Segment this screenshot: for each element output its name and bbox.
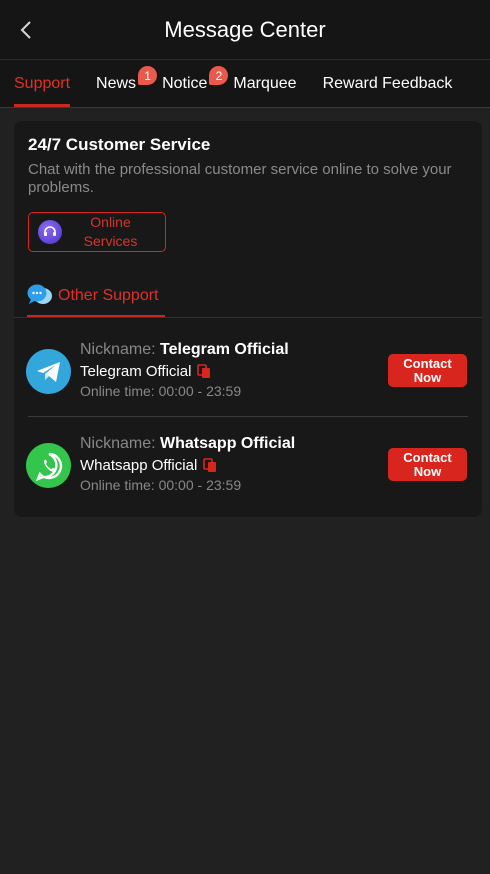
tab-news[interactable]: News 1 <box>96 60 158 107</box>
online-time-value: 00:00 - 23:59 <box>158 383 242 399</box>
online-time: Online time: 00:00 - 23:59 <box>80 383 241 399</box>
tab-label: Reward Feedback <box>322 74 453 92</box>
telegram-icon <box>26 349 71 394</box>
contact-now-button[interactable]: Contact Now <box>388 354 467 387</box>
nickname-line: Nickname: Telegram Official <box>80 341 289 359</box>
copy-icon[interactable] <box>203 458 217 473</box>
online-time: Online time: 00:00 - 23:59 <box>80 477 241 493</box>
online-time-value: 00:00 - 23:59 <box>158 477 242 493</box>
tab-label: Marquee <box>233 74 297 92</box>
headset-icon <box>38 220 62 244</box>
chevron-left-icon <box>20 21 31 39</box>
customer-service-description: Chat with the professional customer serv… <box>28 161 452 196</box>
online-time-label: Online time: <box>80 383 155 399</box>
contact-name-line: Telegram Official <box>80 363 211 380</box>
contact-now-button[interactable]: Contact Now <box>388 448 467 481</box>
copy-icon[interactable] <box>197 364 211 379</box>
tab-bar: Support News 1 Notice 2 Marquee Reward F… <box>0 60 490 108</box>
divider <box>14 317 482 318</box>
tab-label: Notice <box>162 74 208 92</box>
nickname-value: Telegram Official <box>160 341 289 358</box>
tab-notice[interactable]: Notice 2 <box>162 60 229 107</box>
page-title: Message Center <box>164 16 326 42</box>
header: Message Center <box>0 0 490 60</box>
back-button[interactable] <box>12 15 40 45</box>
notification-badge: 1 <box>138 66 158 85</box>
tab-label: Support <box>14 74 71 92</box>
tab-other-support[interactable]: Other Support <box>27 281 165 318</box>
contact-name-line: Whatsapp Official <box>80 457 217 474</box>
tab-support[interactable]: Support <box>14 60 71 107</box>
other-support-label: Other Support <box>58 287 159 304</box>
support-card: 24/7 Customer Service Chat with the prof… <box>14 121 482 517</box>
list-item: Nickname: Whatsapp Official Whatsapp Off… <box>14 419 482 513</box>
nickname-line: Nickname: Whatsapp Official <box>80 435 295 453</box>
customer-service-title: 24/7 Customer Service <box>28 135 211 154</box>
divider <box>28 416 468 417</box>
nickname-label: Nickname: <box>80 435 156 452</box>
tab-label: News <box>96 74 137 92</box>
tab-marquee[interactable]: Marquee <box>233 60 296 107</box>
online-services-label: Online Services <box>83 214 138 249</box>
online-time-label: Online time: <box>80 477 155 493</box>
nickname-value: Whatsapp Official <box>160 435 296 452</box>
nickname-label: Nickname: <box>80 341 156 358</box>
online-services-button[interactable]: Online Services <box>28 212 166 252</box>
contact-name: Whatsapp Official <box>80 457 198 474</box>
contact-name: Telegram Official <box>80 363 192 380</box>
list-item: Nickname: Telegram Official Telegram Off… <box>14 325 482 419</box>
whatsapp-icon <box>26 443 71 488</box>
chat-bubbles-icon <box>27 283 53 307</box>
notification-badge: 2 <box>209 66 229 85</box>
tab-reward-feedback[interactable]: Reward Feedback <box>323 60 453 107</box>
